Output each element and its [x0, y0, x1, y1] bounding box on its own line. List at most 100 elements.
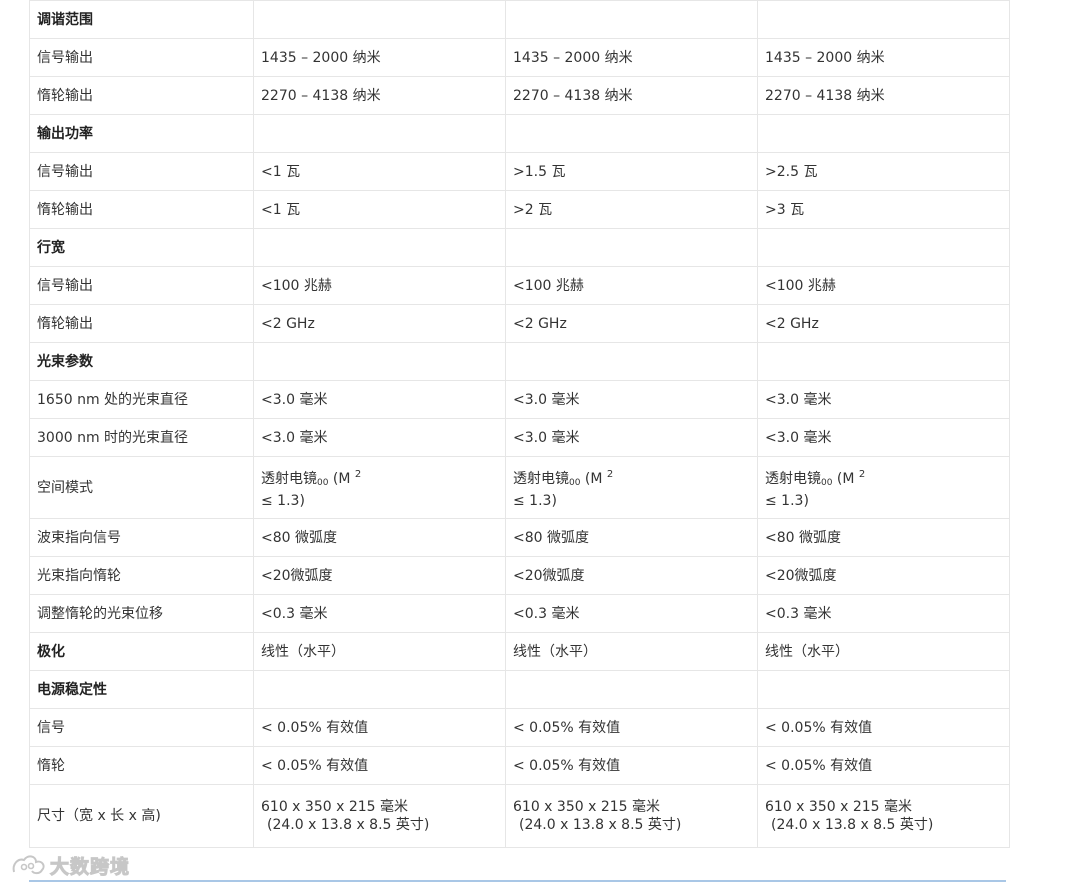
row-label: 空间模式	[29, 456, 254, 519]
row-label: 1650 nm 处的光束直径	[29, 380, 254, 419]
row-label: 信号输出	[29, 266, 254, 305]
value-cell: <20微弧度	[757, 556, 1010, 595]
spatial-mode-m: (M	[328, 470, 355, 487]
value-cell	[757, 670, 1010, 709]
section-title: 行宽	[29, 228, 254, 267]
spec-page: 调谐范围 信号输出 1435 – 2000 纳米 1435 – 2000 纳米 1435…	[0, 0, 1080, 887]
value-cell: <3.0 毫米	[505, 418, 758, 457]
value-cell: <2 GHz	[253, 304, 506, 343]
value-cell: <3.0 毫米	[253, 380, 506, 419]
table-row: 惰轮 < 0.05% 有效值 < 0.05% 有效值 < 0.05% 有效值	[29, 746, 1010, 785]
value-cell: 2270 – 4138 纳米	[757, 76, 1010, 115]
value-cell: 线性（水平）	[757, 632, 1010, 671]
value-cell: < 0.05% 有效值	[505, 746, 758, 785]
table-row: 信号输出 1435 – 2000 纳米 1435 – 2000 纳米 1435 – 2…	[29, 38, 1010, 77]
value-cell: 2270 – 4138 纳米	[505, 76, 758, 115]
table-row: 信号输出 <1 瓦 >1.5 瓦 >2.5 瓦	[29, 152, 1010, 191]
value-cell: <0.3 毫米	[253, 594, 506, 633]
spatial-mode-m: (M	[832, 470, 859, 487]
value-cell	[253, 342, 506, 381]
spatial-mode-main: 透射电镜	[513, 470, 569, 487]
section-title: 调谐范围	[29, 0, 254, 39]
section-header-row: 行宽	[29, 228, 1010, 267]
spatial-mode-line1: 透射电镜00 (M 2	[261, 466, 498, 492]
value-cell	[505, 342, 758, 381]
spatial-mode-main: 透射电镜	[765, 470, 821, 487]
row-label: 惰轮	[29, 746, 254, 785]
value-cell: 透射电镜00 (M 2 ≤ 1.3)	[253, 456, 506, 519]
table-row: 惰轮输出 <1 瓦 >2 瓦 >3 瓦	[29, 190, 1010, 229]
table-row: 惰轮输出 <2 GHz <2 GHz <2 GHz	[29, 304, 1010, 343]
spatial-mode-line1: 透射电镜00 (M 2	[765, 466, 1002, 492]
value-cell: <3.0 毫米	[757, 380, 1010, 419]
value-cell	[757, 228, 1010, 267]
value-cell: <100 兆赫	[757, 266, 1010, 305]
value-cell	[757, 0, 1010, 39]
value-cell: 1435 – 2000 纳米	[253, 38, 506, 77]
value-cell: <1 瓦	[253, 190, 506, 229]
spatial-mode-line2: ≤ 1.3)	[765, 492, 809, 509]
table-row: 3000 nm 时的光束直径 <3.0 毫米 <3.0 毫米 <3.0 毫米	[29, 418, 1010, 457]
value-cell: 透射电镜00 (M 2 ≤ 1.3)	[757, 456, 1010, 519]
table-row: 1650 nm 处的光束直径 <3.0 毫米 <3.0 毫米 <3.0 毫米	[29, 380, 1010, 419]
value-cell: 610 x 350 x 215 毫米 (24.0 x 13.8 x 8.5 英寸)	[505, 784, 758, 848]
dimension-imperial: (24.0 x 13.8 x 8.5 英寸)	[267, 817, 430, 833]
value-cell: >3 瓦	[757, 190, 1010, 229]
value-cell: 610 x 350 x 215 毫米 (24.0 x 13.8 x 8.5 英寸)	[253, 784, 506, 848]
section-header-row: 电源稳定性	[29, 670, 1010, 709]
row-label: 极化	[29, 632, 254, 671]
dimension-metric: 610 x 350 x 215 毫米	[261, 799, 408, 815]
row-label: 惰轮输出	[29, 304, 254, 343]
row-label: 惰轮输出	[29, 190, 254, 229]
watermark-logo-icon	[12, 855, 45, 875]
value-cell	[757, 114, 1010, 153]
spatial-mode-subscript: 00	[317, 477, 329, 488]
value-cell: < 0.05% 有效值	[757, 708, 1010, 747]
value-cell	[505, 114, 758, 153]
row-label: 信号输出	[29, 152, 254, 191]
section-title: 电源稳定性	[29, 670, 254, 709]
value-cell: >1.5 瓦	[505, 152, 758, 191]
row-label: 光束指向惰轮	[29, 556, 254, 595]
value-cell: <100 兆赫	[253, 266, 506, 305]
table-row: 空间模式 透射电镜00 (M 2 ≤ 1.3) 透射电镜00 (M 2 ≤ 1.3) 透射…	[29, 456, 1010, 519]
value-cell: 1435 – 2000 纳米	[757, 38, 1010, 77]
value-cell: 线性（水平）	[253, 632, 506, 671]
table-row: 尺寸（宽 x 长 x 高) 610 x 350 x 215 毫米 (24.0 x 1…	[29, 784, 1010, 848]
bottom-divider	[29, 880, 1006, 882]
spatial-mode-superscript: 2	[606, 468, 614, 480]
value-cell: <0.3 毫米	[505, 594, 758, 633]
value-cell: <100 兆赫	[505, 266, 758, 305]
table-row: 信号输出 <100 兆赫 <100 兆赫 <100 兆赫	[29, 266, 1010, 305]
spatial-mode-superscript: 2	[354, 468, 362, 480]
value-cell: < 0.05% 有效值	[757, 746, 1010, 785]
value-cell	[505, 0, 758, 39]
table-row: 惰轮输出 2270 – 4138 纳米 2270 – 4138 纳米 2270 – 4…	[29, 76, 1010, 115]
value-cell	[253, 228, 506, 267]
spatial-mode-subscript: 00	[821, 477, 833, 488]
dimension-metric: 610 x 350 x 215 毫米	[765, 799, 912, 815]
value-cell: >2.5 瓦	[757, 152, 1010, 191]
value-cell: 线性（水平）	[505, 632, 758, 671]
value-cell: <0.3 毫米	[757, 594, 1010, 633]
value-cell: <20微弧度	[505, 556, 758, 595]
dimension-metric: 610 x 350 x 215 毫米	[513, 799, 660, 815]
value-cell: < 0.05% 有效值	[253, 708, 506, 747]
table-row: 光束指向惰轮 <20微弧度 <20微弧度 <20微弧度	[29, 556, 1010, 595]
value-cell	[253, 670, 506, 709]
row-label: 惰轮输出	[29, 76, 254, 115]
value-cell: <80 微弧度	[757, 518, 1010, 557]
value-cell: <80 微弧度	[253, 518, 506, 557]
value-cell: < 0.05% 有效值	[253, 746, 506, 785]
row-label: 尺寸（宽 x 长 x 高)	[29, 784, 254, 848]
section-title: 光束参数	[29, 342, 254, 381]
spatial-mode-superscript: 2	[858, 468, 866, 480]
spatial-mode-line1: 透射电镜00 (M 2	[513, 466, 750, 492]
watermark-text: 大数跨境	[49, 855, 131, 878]
value-cell	[505, 670, 758, 709]
section-header-row: 输出功率	[29, 114, 1010, 153]
spatial-mode-line2: ≤ 1.3)	[513, 492, 557, 509]
section-header-row: 光束参数	[29, 342, 1010, 381]
value-cell: < 0.05% 有效值	[505, 708, 758, 747]
value-cell: 610 x 350 x 215 毫米 (24.0 x 13.8 x 8.5 英寸)	[757, 784, 1010, 848]
